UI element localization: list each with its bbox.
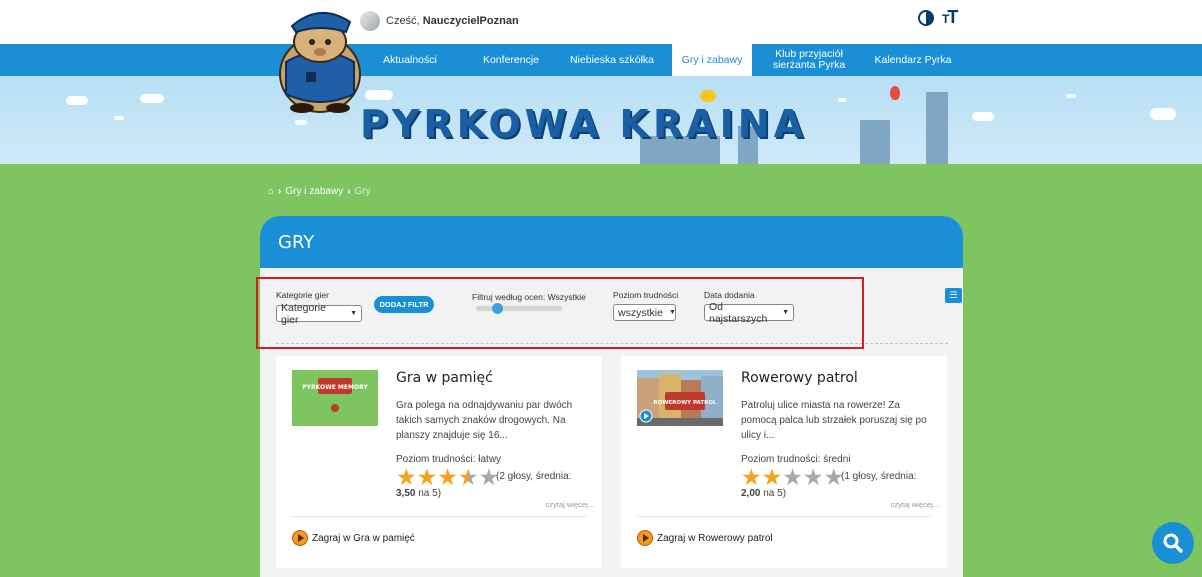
rating-stars[interactable]: ★ ★ ★ ★ ★ bbox=[741, 466, 844, 489]
rating-average-suffix: na 5) bbox=[418, 488, 442, 499]
list-view-icon[interactable]: ☰ bbox=[945, 288, 962, 303]
highlight-box bbox=[256, 277, 864, 349]
play-icon bbox=[637, 530, 653, 546]
top-bar: Cześć, NauczycielPoznan TT bbox=[0, 0, 1202, 44]
nav-item-klub-przyjaciol[interactable]: Klub przyjaciół sierżanta Pyrka bbox=[762, 44, 856, 76]
game-thumbnail[interactable]: PYRKOWE MEMORY bbox=[292, 370, 378, 426]
game-title[interactable]: Rowerowy patrol bbox=[741, 370, 858, 386]
cloud bbox=[66, 96, 88, 105]
user-greeting[interactable]: Cześć, NauczycielPoznan bbox=[360, 11, 519, 31]
nav-item-aktualnosci[interactable]: Aktualności bbox=[372, 44, 448, 76]
star-icon[interactable]: ★ bbox=[762, 466, 783, 489]
play-button[interactable]: Zagraj w Gra w pamięć bbox=[292, 530, 415, 546]
read-more-link[interactable]: czytaj więcej... bbox=[891, 500, 939, 509]
city-skyline bbox=[860, 120, 890, 164]
chevron-right-icon: › bbox=[347, 186, 351, 197]
breadcrumb-current: Gry bbox=[354, 186, 371, 197]
cloud bbox=[1066, 94, 1076, 98]
play-label: Zagraj w Gra w pamięć bbox=[312, 532, 415, 544]
mascot-logo[interactable] bbox=[272, 2, 368, 114]
banner-title: PYRKOWA KRAINA bbox=[360, 102, 807, 146]
nav-item-gry-i-zabawy[interactable]: Gry i zabawy bbox=[672, 44, 752, 76]
game-thumbnail[interactable]: ROWEROWY PATROL bbox=[637, 370, 723, 426]
rating-average-suffix: na 5) bbox=[763, 488, 787, 499]
search-button[interactable] bbox=[1152, 522, 1194, 564]
star-icon[interactable]: ★ bbox=[782, 466, 803, 489]
panel-title: GRY bbox=[260, 216, 963, 268]
breadcrumb: ⌂ › Gry i zabawy › Gry bbox=[268, 186, 371, 197]
rating-average: 2,00 na 5) bbox=[741, 488, 786, 499]
nav-item-niebieska-szkolka[interactable]: Niebieska szkółka bbox=[564, 44, 660, 76]
banner: PYRKOWA KRAINA bbox=[0, 76, 1202, 164]
nav-item-konferencje[interactable]: Konferencje bbox=[474, 44, 548, 76]
greeting-text: Cześć, bbox=[386, 15, 420, 27]
contrast-icon[interactable] bbox=[918, 10, 934, 26]
main-nav: Aktualności Konferencje Niebieska szkółk… bbox=[0, 44, 1202, 76]
nav-item-kalendarz-pyrka[interactable]: Kalendarz Pyrka bbox=[868, 44, 958, 76]
play-icon bbox=[292, 530, 308, 546]
balloon-icon bbox=[890, 86, 900, 100]
star-icon[interactable]: ★ bbox=[437, 466, 458, 489]
game-description: Patroluj ulice miasta na rowerze! Za pom… bbox=[741, 400, 927, 441]
cloud bbox=[1150, 108, 1176, 120]
cloud bbox=[365, 90, 393, 100]
rating-average-value: 3,50 bbox=[396, 488, 416, 499]
divider bbox=[637, 516, 931, 517]
star-icon[interactable]: ★ bbox=[458, 466, 479, 489]
play-button[interactable]: Zagraj w Rowerowy patrol bbox=[637, 530, 773, 546]
game-card: PYRKOWE MEMORY Gra w pamięć Gra polega n… bbox=[276, 356, 602, 568]
thumbnail-title: PYRKOWE MEMORY bbox=[302, 384, 368, 391]
game-title[interactable]: Gra w pamięć bbox=[396, 370, 493, 386]
rating-votes: (2 głosy, średnia: bbox=[496, 471, 572, 482]
rating-average-value: 2,00 bbox=[741, 488, 761, 499]
play-label: Zagraj w Rowerowy patrol bbox=[657, 532, 773, 544]
breadcrumb-link[interactable]: Gry i zabawy bbox=[285, 186, 343, 197]
rating-average: 3,50 na 5) bbox=[396, 488, 441, 499]
chevron-right-icon: › bbox=[278, 186, 282, 197]
cloud bbox=[838, 98, 846, 102]
game-card: ROWEROWY PATROL Rowerowy patrol Patroluj… bbox=[621, 356, 947, 568]
home-icon[interactable]: ⌂ bbox=[268, 186, 274, 197]
read-more-link[interactable]: czytaj więcej... bbox=[546, 500, 594, 509]
star-icon[interactable]: ★ bbox=[396, 466, 417, 489]
username: NauczycielPoznan bbox=[422, 15, 519, 27]
rating-votes: (1 głosy, średnia: bbox=[841, 471, 917, 482]
bird-icon bbox=[700, 90, 716, 102]
game-description: Gra polega na odnajdywaniu par dwóch tak… bbox=[396, 400, 573, 441]
divider bbox=[292, 516, 586, 517]
star-icon[interactable]: ★ bbox=[417, 466, 438, 489]
city-skyline bbox=[926, 92, 948, 164]
font-size-icon[interactable]: TT bbox=[942, 7, 958, 28]
games-panel: GRY Kategorie gier Kategorie gier ▼ DODAJ… bbox=[260, 216, 963, 577]
cloud bbox=[140, 94, 164, 103]
thumbnail-title: ROWEROWY PATROL bbox=[653, 400, 717, 406]
cloud bbox=[295, 120, 307, 125]
star-icon[interactable]: ★ bbox=[803, 466, 824, 489]
star-icon[interactable]: ★ bbox=[741, 466, 762, 489]
cloud bbox=[972, 112, 994, 121]
search-icon bbox=[1163, 533, 1183, 553]
rating-stars[interactable]: ★ ★ ★ ★ ★ bbox=[396, 466, 499, 489]
cloud bbox=[114, 116, 124, 120]
